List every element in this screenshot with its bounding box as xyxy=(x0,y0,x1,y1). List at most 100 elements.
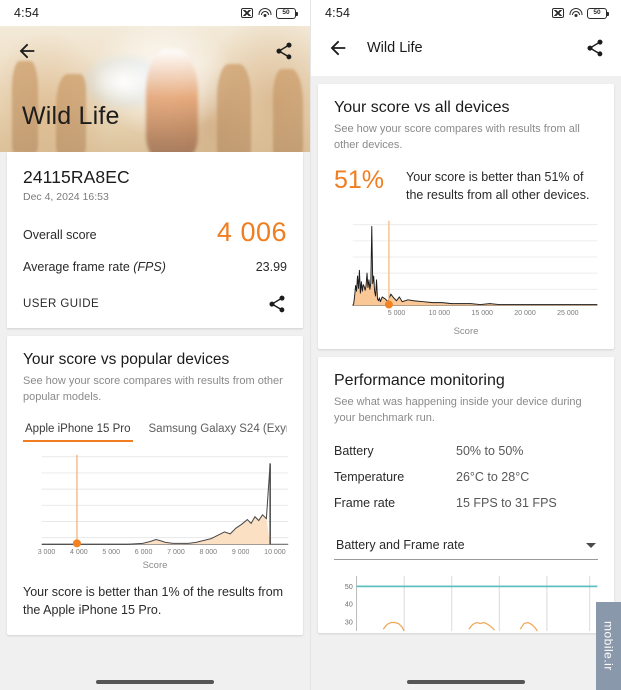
popular-devices-subtitle: See how your score compares with results… xyxy=(23,375,283,403)
frame-rate-label: Average frame rate (FPS) xyxy=(23,260,166,274)
wifi-icon xyxy=(569,8,582,18)
popular-devices-result-note: Your score is better than 1% of the resu… xyxy=(23,584,284,617)
battery-level-label: 50 xyxy=(282,8,290,16)
svg-text:7 000: 7 000 xyxy=(167,549,185,556)
table-row: Frame rate 15 FPS to 31 FPS xyxy=(334,496,598,510)
popular-devices-card: Your score vs popular devices See how yo… xyxy=(7,336,303,635)
hero-creature-right xyxy=(217,63,251,152)
hero-title: Wild Life xyxy=(22,102,120,130)
svg-text:6 000: 6 000 xyxy=(135,549,153,556)
svg-text:20 000: 20 000 xyxy=(514,310,536,317)
svg-text:25 000: 25 000 xyxy=(557,310,579,317)
battery-frame-rate-chart: 50 40 30 xyxy=(318,560,614,633)
hero-app-bar xyxy=(0,26,310,76)
popular-chart-x-axis-label: Score xyxy=(142,559,168,571)
performance-stats-table: Battery 50% to 50% Temperature 26°C to 2… xyxy=(334,444,598,510)
wifi-icon xyxy=(258,8,271,18)
dual-screenshot-container: 4:54 50 Wild Life 24115RA8EC Dec 4, 2024… xyxy=(0,0,621,690)
performance-monitoring-subtitle: See what was happening inside your devic… xyxy=(334,396,582,424)
overall-score-value: 4 006 xyxy=(216,217,287,247)
battery-level-label: 50 xyxy=(593,8,601,16)
chart-x-tick-labels: 3 000 4 000 5 000 6 000 7 000 8 000 9 00… xyxy=(38,549,286,556)
svg-text:5 000: 5 000 xyxy=(102,549,120,556)
share-icon[interactable] xyxy=(585,38,605,58)
svg-text:15 000: 15 000 xyxy=(471,310,493,317)
all-devices-chart-svg: 5 000 10 000 15 000 20 000 25 000 xyxy=(352,220,598,317)
left-screen: 4:54 50 Wild Life 24115RA8EC Dec 4, 2024… xyxy=(0,0,310,690)
chart-y-tick-labels: 50 40 30 xyxy=(345,585,353,627)
popular-devices-chart-svg: 3 000 4 000 5 000 6 000 7 000 8 000 9 00… xyxy=(38,455,289,556)
popular-devices-chart: 3 000 4 000 5 000 6 000 7 000 8 000 9 00… xyxy=(7,442,303,571)
perf-value-temperature: 26°C to 28°C xyxy=(456,470,530,485)
popular-devices-tabs: Apple iPhone 15 Pro Samsung Galaxy S24 (… xyxy=(23,423,288,443)
hero-creature-right-2 xyxy=(272,68,303,152)
your-score-marker-dot xyxy=(384,300,393,309)
perf-key-temperature: Temperature xyxy=(334,470,405,485)
metric-select-dropdown[interactable]: Battery and Frame rate xyxy=(334,532,598,561)
hero-banner: Wild Life xyxy=(0,26,310,152)
all-devices-chart: 5 000 10 000 15 000 20 000 25 000 Score xyxy=(318,205,614,337)
overall-score-row: Overall score 4 006 xyxy=(23,219,287,246)
svg-text:3 000: 3 000 xyxy=(38,549,56,556)
frame-rate-series-line-b xyxy=(468,622,495,631)
site-watermark: mobile.ir xyxy=(596,602,621,690)
svg-text:9 000: 9 000 xyxy=(232,549,250,556)
status-time: 4:54 xyxy=(14,6,40,20)
back-arrow-icon[interactable] xyxy=(327,37,349,59)
all-devices-title: Your score vs all devices xyxy=(334,99,510,116)
mute-icon xyxy=(552,8,564,18)
popular-devices-title: Your score vs popular devices xyxy=(23,351,230,368)
app-bar: Wild Life xyxy=(311,26,621,70)
user-guide-button[interactable]: USER GUIDE xyxy=(23,298,99,310)
svg-text:30: 30 xyxy=(345,620,353,627)
all-devices-subtitle: See how your score compares with results… xyxy=(334,123,580,151)
frame-rate-label-text: Average frame rate xyxy=(23,260,134,274)
table-row: Battery 50% to 50% xyxy=(334,444,598,458)
frame-rate-value: 23.99 xyxy=(255,260,287,274)
user-guide-row: USER GUIDE xyxy=(23,294,287,314)
status-time: 4:54 xyxy=(325,6,351,20)
percentile-value: 51% xyxy=(334,166,385,195)
percentile-description: Your score is better than 51% of the res… xyxy=(406,170,590,202)
share-icon[interactable] xyxy=(274,41,294,61)
perf-key-frame-rate: Frame rate xyxy=(334,496,396,511)
chart-x-tick-labels: 5 000 10 000 15 000 20 000 25 000 xyxy=(388,310,579,317)
battery-icon: 50 xyxy=(276,7,298,19)
mute-icon xyxy=(241,8,253,18)
svg-text:5 000: 5 000 xyxy=(388,310,406,317)
share-icon[interactable] xyxy=(267,294,287,314)
svg-text:8 000: 8 000 xyxy=(199,549,217,556)
battery-frame-rate-chart-svg: 50 40 30 xyxy=(345,576,598,632)
app-bar-title: Wild Life xyxy=(367,40,423,56)
result-summary-card: 24115RA8EC Dec 4, 2024 16:53 Overall sco… xyxy=(7,152,303,328)
perf-key-battery: Battery xyxy=(334,444,374,459)
perf-value-frame-rate: 15 FPS to 31 FPS xyxy=(456,496,557,511)
svg-text:10 000: 10 000 xyxy=(264,549,286,556)
chart-vertical-gridlines xyxy=(403,576,591,632)
table-row: Temperature 26°C to 28°C xyxy=(334,470,598,484)
frame-rate-row: Average frame rate (FPS) 23.99 xyxy=(23,260,287,274)
all-devices-card: Your score vs all devices See how your s… xyxy=(318,84,614,350)
all-devices-chart-x-axis-label: Score xyxy=(453,326,479,338)
perf-value-battery: 50% to 50% xyxy=(456,444,524,459)
chevron-down-icon[interactable] xyxy=(586,542,596,548)
result-timestamp: Dec 4, 2024 16:53 xyxy=(23,191,109,203)
status-bar-right: 4:54 50 xyxy=(311,0,621,26)
svg-text:10 000: 10 000 xyxy=(429,310,451,317)
svg-text:50: 50 xyxy=(345,585,353,592)
performance-monitoring-title: Performance monitoring xyxy=(334,372,505,390)
device-model-name: 24115RA8EC xyxy=(23,167,130,187)
status-icon-group: 50 xyxy=(552,7,609,19)
back-arrow-icon[interactable] xyxy=(16,40,38,62)
frame-rate-series-line-c xyxy=(519,622,538,632)
tab-apple-iphone-15-pro[interactable]: Apple iPhone 15 Pro xyxy=(23,423,133,443)
right-screen: 4:54 50 Wild Life Your score vs all devi… xyxy=(310,0,621,690)
frame-rate-label-unit: (FPS) xyxy=(133,260,166,274)
battery-icon: 50 xyxy=(587,7,609,19)
percentile-row: 51% Your score is better than 51% of the… xyxy=(334,167,598,205)
status-icon-group: 50 xyxy=(241,7,298,19)
section-gap xyxy=(311,76,621,84)
performance-monitoring-card: Performance monitoring See what was happ… xyxy=(318,357,614,634)
tab-samsung-galaxy-s24[interactable]: Samsung Galaxy S24 (Exynos xyxy=(147,423,288,442)
svg-text:40: 40 xyxy=(345,602,353,609)
